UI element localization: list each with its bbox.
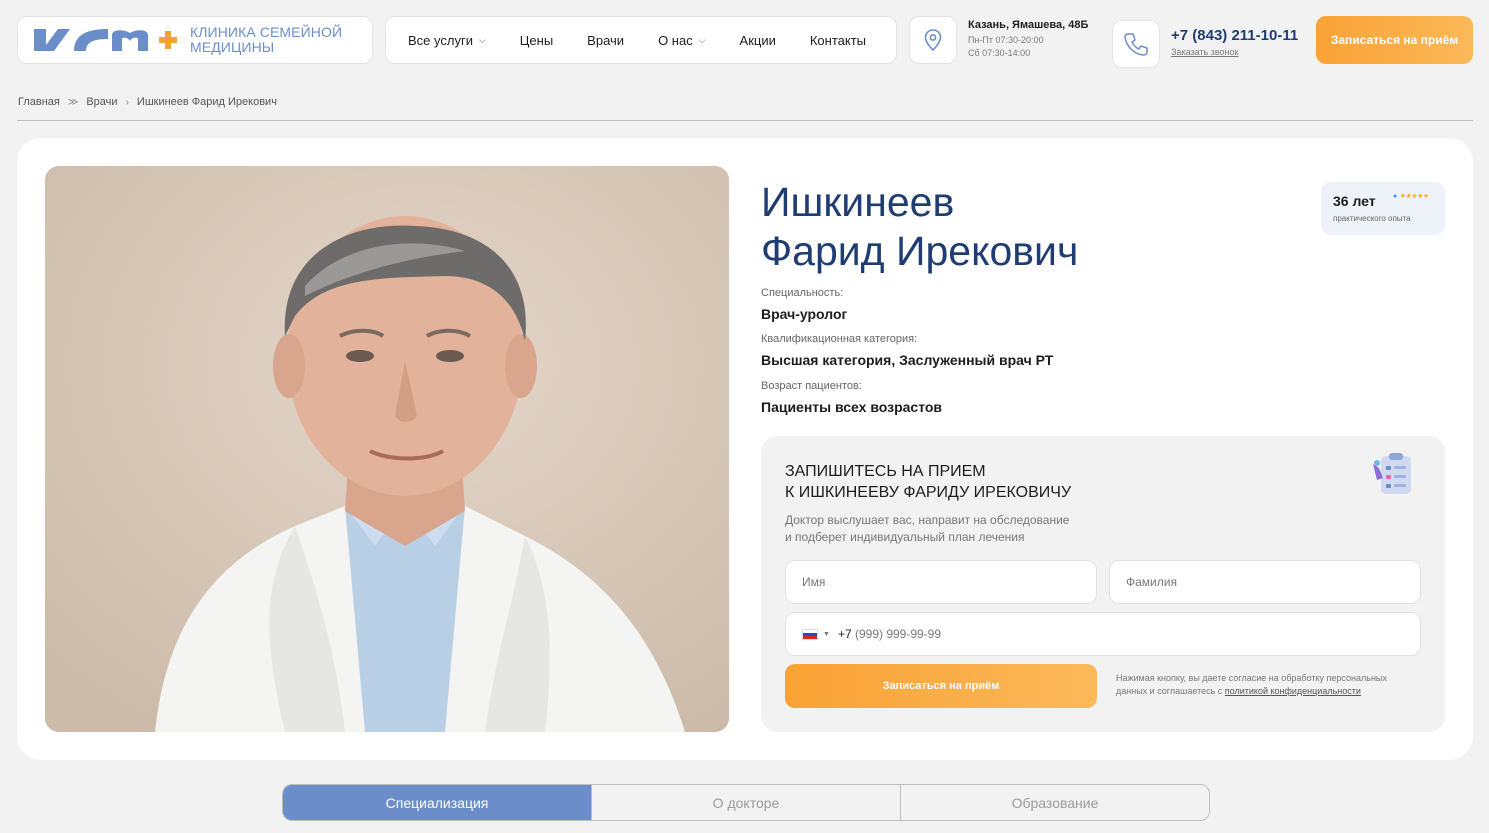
doctor-tabs: Специализация О докторе Образование — [282, 784, 1210, 821]
main-nav: Все услуги ⌵ Цены Врачи О нас ⌵ Акции Конт… — [385, 16, 897, 64]
tab-education[interactable]: Образование — [901, 785, 1209, 820]
first-name-input[interactable]: Имя — [785, 560, 1097, 604]
doctor-card: Ишкинеев Фарид Ирекович 36 лет практичес… — [17, 138, 1473, 760]
tab-about-doctor[interactable]: О докторе — [592, 785, 901, 820]
form-title: Запишитесь на прием к Ишкинееву Фариду И… — [785, 463, 1072, 501]
book-appointment-button[interactable]: Записаться на приём — [1316, 16, 1473, 64]
specialty-field: Специальность: Врач-уролог — [761, 287, 848, 322]
location-pin-icon[interactable] — [909, 16, 957, 64]
last-name-input[interactable]: Фамилия — [1109, 560, 1421, 604]
clipboard-checklist-icon — [1373, 453, 1411, 494]
rating-stars-icon: ● ★★★★★ — [1393, 193, 1429, 200]
nav-contacts[interactable]: Контакты — [810, 33, 866, 48]
russia-flag-icon[interactable] — [802, 628, 818, 640]
experience-badge: 36 лет практического опыта ● ★★★★★ — [1321, 182, 1445, 235]
breadcrumb: Главная ≫ Врачи › Ишкинеев Фарид Ирекови… — [18, 96, 277, 108]
doctor-name: Ишкинеев Фарид Ирекович — [761, 179, 1079, 274]
phone-icon[interactable] — [1112, 20, 1160, 68]
breadcrumb-current: Ишкинеев Фарид Ирекович — [136, 96, 277, 108]
logo-text: Клиника семейной медицины — [190, 24, 343, 55]
breadcrumb-doctors[interactable]: Врачи — [86, 96, 117, 108]
privacy-policy-link[interactable]: политикой конфиденциальности — [1225, 686, 1361, 696]
chevron-right-icon: › — [125, 96, 129, 108]
phone-input[interactable]: ▼ +7 (999) 999-99-99 — [785, 612, 1421, 656]
submit-appointment-button[interactable]: Записаться на приём — [785, 664, 1097, 708]
patient-age-field: Возраст пациентов: Пациенты всех возраст… — [761, 380, 943, 415]
consent-text: Нажимая кнопку, вы даете согласие на обр… — [1116, 673, 1387, 696]
qualification-field: Квалификационная категория: Высшая катег… — [761, 333, 1054, 368]
nav-doctors[interactable]: Врачи — [587, 33, 624, 48]
divider — [17, 120, 1473, 121]
chevron-down-icon[interactable]: ▼ — [823, 631, 830, 638]
double-chevron-right-icon: ≫ — [67, 96, 79, 108]
nav-promotions[interactable]: Акции — [740, 33, 776, 48]
nav-about[interactable]: О нас ⌵ — [658, 33, 705, 48]
callback-link[interactable]: Заказать звонок — [1171, 47, 1298, 57]
logo[interactable]: Клиника семейной медицины — [17, 16, 373, 64]
tab-specialization[interactable]: Специализация — [283, 785, 592, 820]
nav-prices[interactable]: Цены — [520, 33, 553, 48]
nav-all-services[interactable]: Все услуги ⌵ — [408, 33, 486, 48]
breadcrumb-home[interactable]: Главная — [18, 96, 60, 108]
form-description: Доктор выслушает вас, направит на обслед… — [785, 513, 1070, 544]
doctor-photo — [45, 166, 729, 732]
appointment-form: Запишитесь на прием к Ишкинееву Фариду И… — [761, 436, 1445, 732]
chevron-down-icon: ⌵ — [478, 34, 486, 45]
clinic-logo-mark — [34, 29, 177, 51]
chevron-down-icon: ⌵ — [698, 34, 706, 45]
clinic-address: Казань, Ямашева, 48Б Пн-Пт 07:30-20:00 С… — [968, 19, 1089, 58]
phone-block: +7 (843) 211-10-11 Заказать звонок — [1171, 27, 1298, 57]
phone-number[interactable]: +7 (843) 211-10-11 — [1171, 27, 1298, 44]
